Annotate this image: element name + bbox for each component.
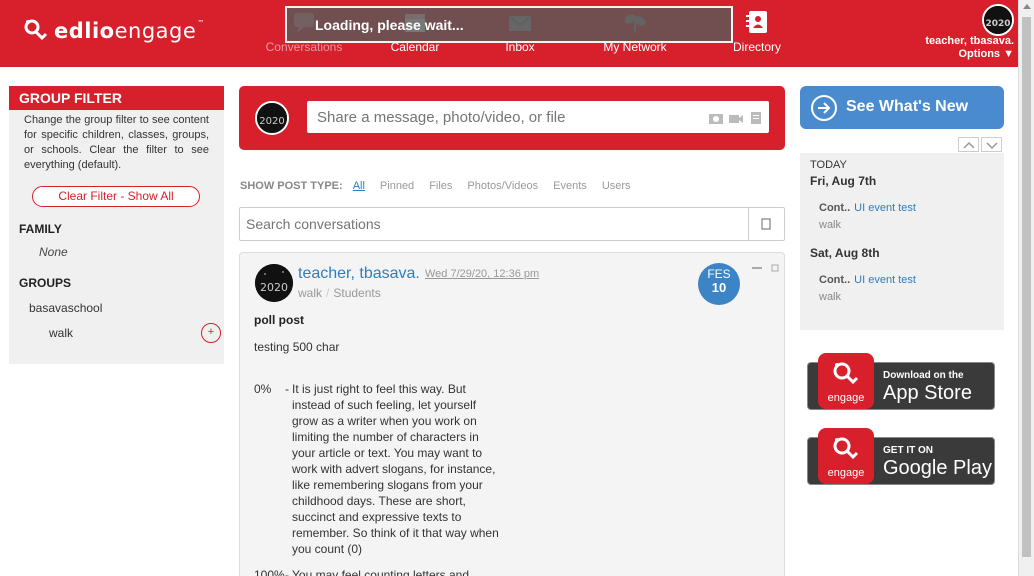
- event-group: walk: [819, 219, 842, 231]
- scroll-up-icon[interactable]: [1023, 4, 1031, 9]
- post-type-events[interactable]: Events: [553, 180, 587, 192]
- post-type-filter: SHOW POST TYPE: All Pinned Files Photos/…: [240, 180, 646, 192]
- clear-filter-button[interactable]: Clear Filter - Show All: [32, 186, 200, 207]
- event-cont: Cont..: [819, 274, 851, 286]
- avatar-text: 2020: [259, 116, 284, 127]
- chevron-up-icon[interactable]: [958, 137, 979, 152]
- see-whats-new-button[interactable]: See What's New: [800, 86, 1004, 129]
- edlio-engage-logo[interactable]: edlioengage™: [24, 18, 205, 44]
- whats-new-label: See What's New: [846, 98, 969, 115]
- post-type-pinned[interactable]: Pinned: [380, 180, 414, 192]
- event-group: walk: [819, 291, 842, 303]
- post-audience: Students: [333, 286, 381, 300]
- event-nav-arrows: [958, 137, 1002, 152]
- group-item-walk[interactable]: walk: [49, 326, 73, 340]
- options-dropdown[interactable]: Options ▼: [959, 48, 1015, 60]
- post-title: poll post: [254, 313, 304, 327]
- today-label: TODAY: [810, 159, 847, 171]
- group-item-basavaschool[interactable]: basavaschool: [29, 301, 102, 315]
- share-icons: [709, 111, 763, 124]
- post-body: testing 500 char: [254, 340, 340, 354]
- group-filter-panel: GROUP FILTER Change the group filter to …: [9, 86, 224, 364]
- badge-big-text: Google Play: [883, 457, 992, 479]
- engage-logo-icon: [24, 18, 50, 44]
- badge-big-text: App Store: [883, 382, 972, 404]
- file-icon[interactable]: [749, 111, 763, 124]
- group-filter-description: Change the group filter to see content f…: [24, 114, 209, 171]
- post-author[interactable]: teacher, tbasava.: [298, 265, 420, 283]
- poll-dash: -: [285, 382, 289, 396]
- chevron-down-icon[interactable]: [981, 137, 1002, 152]
- app-store-badge[interactable]: engage Download on the App Store: [807, 353, 995, 410]
- pin-icon[interactable]: [752, 259, 762, 269]
- badge-day: 10: [711, 280, 727, 295]
- google-play-badge[interactable]: engage GET IT ON Google Play: [807, 428, 995, 485]
- poll-percent: 0%: [254, 382, 272, 396]
- page-scrollbar[interactable]: [1018, 0, 1034, 576]
- arrow-right-icon: [811, 95, 837, 121]
- badge-month: FES: [707, 267, 731, 281]
- poll-dash: -: [285, 568, 289, 576]
- avatar[interactable]: 2020: [255, 264, 293, 302]
- loading-overlay: Loading, please wait...: [285, 6, 733, 43]
- post-date-badge: FES 10: [698, 263, 740, 305]
- post-date[interactable]: Wed 7/29/20, 12:36 pm: [425, 268, 539, 280]
- post-type-label: SHOW POST TYPE:: [240, 180, 343, 192]
- search-button[interactable]: [749, 208, 784, 240]
- directory-icon: [744, 8, 770, 36]
- event-date: Fri, Aug 7th: [810, 174, 877, 188]
- post-type-photos-videos[interactable]: Photos/Videos: [467, 180, 538, 192]
- groups-heading: GROUPS: [19, 276, 72, 290]
- event-date: Sat, Aug 8th: [810, 246, 880, 260]
- poll-option: 0% - It is just right to feel this way. …: [254, 381, 502, 557]
- camera-icon[interactable]: [709, 111, 723, 124]
- avatar: 2020: [255, 101, 289, 135]
- engage-app-icon: engage: [818, 353, 874, 409]
- badge-small-text: GET IT ON: [883, 445, 933, 456]
- app-icon-word: engage: [827, 392, 865, 404]
- poll-option: 100% - You may feel counting letters and: [254, 567, 502, 576]
- search-input[interactable]: [240, 208, 749, 240]
- events-panel: TODAY Fri, Aug 7th Cont.. UI event test w…: [800, 153, 1004, 330]
- event-item[interactable]: Cont.. UI event test: [819, 274, 916, 286]
- event-link[interactable]: UI event test: [854, 274, 916, 286]
- add-group-button[interactable]: +: [201, 323, 221, 343]
- post-type-all[interactable]: All: [353, 180, 365, 192]
- user-name[interactable]: teacher, tbasava.: [925, 35, 1014, 47]
- poll-text: It is just right to feel this way. But i…: [292, 382, 499, 556]
- group-filter-title: GROUP FILTER: [9, 86, 224, 110]
- conversation-post: 2020 teacher, tbasava. Wed 7/29/20, 12:3…: [239, 252, 785, 576]
- family-heading: FAMILY: [19, 222, 62, 236]
- avatar-text: 2020: [985, 19, 1010, 29]
- search-bar: [239, 207, 785, 241]
- engage-app-icon: engage: [818, 428, 874, 484]
- badge-small-text: Download on the: [883, 370, 964, 381]
- scroll-thumb[interactable]: [1022, 17, 1031, 557]
- family-value: None: [39, 245, 68, 259]
- document-icon: [761, 218, 771, 230]
- post-group[interactable]: walk: [298, 286, 322, 300]
- menu-icon[interactable]: [771, 259, 779, 272]
- avatar[interactable]: 2020: [982, 4, 1014, 36]
- event-item[interactable]: Cont.. UI event test: [819, 202, 916, 214]
- post-type-files[interactable]: Files: [429, 180, 452, 192]
- video-icon[interactable]: [729, 111, 743, 123]
- share-input[interactable]: [307, 101, 769, 133]
- logo-light: engage: [114, 19, 197, 43]
- top-bar: edlioengage™ Conversations Calendar Inbo…: [0, 0, 1018, 67]
- logo-bold: edlio: [54, 19, 115, 43]
- poll-text: You may feel counting letters and: [292, 568, 470, 576]
- avatar-text: 2020: [260, 281, 288, 294]
- logo-tm: ™: [197, 19, 205, 27]
- post-type-users[interactable]: Users: [602, 180, 631, 192]
- app-icon-word: engage: [827, 467, 865, 479]
- event-cont: Cont..: [819, 202, 851, 214]
- share-composer: 2020: [239, 86, 785, 150]
- poll-percent: 100%: [254, 568, 285, 576]
- meta-separator: /: [326, 286, 330, 300]
- post-meta: walk / Students: [298, 286, 381, 300]
- event-link[interactable]: UI event test: [854, 202, 916, 214]
